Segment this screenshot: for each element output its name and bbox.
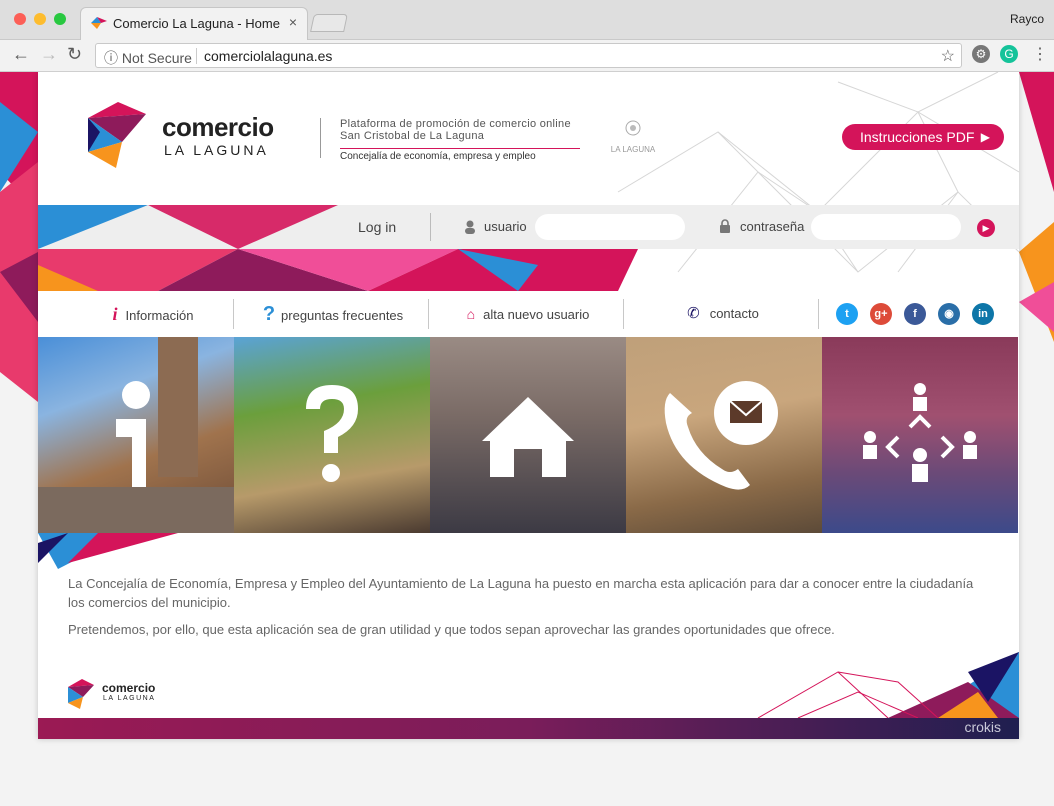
footer-logo-comercio: comercio [102, 681, 156, 695]
pdf-button-label: Instrucciones PDF [860, 129, 975, 145]
security-indicator[interactable]: ⓘ Not Secure [104, 48, 192, 68]
menu-label-signup: alta nuevo usuario [483, 307, 590, 322]
footer-bar: crokis [38, 718, 1019, 739]
tile-faq[interactable] [234, 337, 430, 533]
main-menu: i Información ? preguntas frecuentes ⌂ alta… [38, 291, 1019, 337]
instagram-icon[interactable]: ◉ [938, 303, 960, 325]
google-plus-icon[interactable]: g+ [870, 303, 892, 325]
linkedin-icon[interactable]: in [972, 303, 994, 325]
url-text[interactable]: comerciolalaguna.es [204, 48, 332, 64]
footer-logo-mark-icon [68, 679, 94, 709]
logo-mark-icon [88, 102, 146, 168]
header-tagline: Plataforma de promoción de comercio onli… [340, 118, 580, 162]
footer-logo[interactable]: comercio LA LAGUNA [68, 677, 168, 711]
question-mark-icon: ? [262, 303, 276, 325]
intro-paragraph: Pretendemos, por ello, que esta aplicaci… [68, 622, 835, 637]
house-icon [482, 397, 574, 477]
menu-divider [818, 299, 819, 329]
seal-emblem-icon [625, 120, 641, 136]
grammarly-icon[interactable]: G [1000, 45, 1018, 63]
browser-menu-icon[interactable]: ⋮ [1032, 44, 1048, 64]
tile-informacion[interactable] [38, 337, 234, 533]
login-band-art [38, 205, 638, 291]
phone-mail-icon [664, 381, 778, 490]
laguna-seal: LA LAGUNA [610, 120, 656, 160]
menu-divider [623, 299, 624, 329]
question-icon [306, 385, 358, 482]
info-i-icon: i [112, 304, 118, 324]
tiles-corner-art [38, 533, 178, 569]
footer-art [757, 652, 1019, 718]
menu-divider [428, 299, 429, 329]
header-divider [320, 118, 321, 158]
reload-icon[interactable]: ↻ [67, 44, 82, 65]
back-icon[interactable]: ← [12, 44, 30, 65]
logo-word-comercio: comercio [162, 112, 274, 142]
tagline-city: San Cristobal de La Laguna [340, 130, 485, 142]
forward-icon[interactable]: → [40, 44, 58, 65]
intro-paragraph: La Concejalía de Economía, Empresa y Emp… [68, 576, 974, 610]
lock-icon [720, 219, 730, 233]
new-tab-button[interactable] [310, 14, 348, 32]
menu-item-informacion[interactable]: i Información [78, 291, 228, 337]
twitter-icon[interactable]: t [836, 303, 858, 325]
logo-word-laguna: LA LAGUNA [164, 142, 269, 158]
menu-item-contact[interactable]: ✆ contacto [633, 291, 813, 337]
site-container: comercio LA LAGUNA Plataforma de promoci… [38, 72, 1019, 739]
password-label: contraseña [740, 219, 805, 234]
tile-network[interactable] [822, 337, 1018, 533]
intro-content: La Concejalía de Economía, Empresa y Emp… [68, 574, 988, 647]
menu-divider [233, 299, 234, 329]
info-icon: ⓘ [104, 50, 118, 66]
menu-item-faq[interactable]: ? preguntas frecuentes [243, 291, 423, 337]
seal-text: LA LAGUNA [610, 145, 656, 154]
browser-titlebar: Comercio La Laguna - Home × Rayco [0, 0, 1054, 40]
feature-tiles [38, 337, 1019, 533]
menu-label-contact: contacto [709, 306, 759, 321]
maximize-window-button[interactable] [54, 13, 66, 25]
play-arrow-icon: ▶ [980, 130, 990, 144]
footer-credit[interactable]: crokis [964, 719, 1001, 735]
close-window-button[interactable] [14, 13, 26, 25]
security-label: Not Secure [121, 50, 192, 66]
tab-close-icon[interactable]: × [289, 14, 297, 30]
menu-item-signup[interactable]: ⌂ alta nuevo usuario [438, 291, 618, 337]
facebook-icon[interactable]: f [904, 303, 926, 325]
phone-icon: ✆ [687, 305, 700, 322]
information-icon [38, 337, 234, 533]
tagline-platform: Plataforma de promoción de comercio onli… [340, 118, 571, 130]
login-submit-button[interactable]: ▶ [977, 219, 995, 237]
profile-name[interactable]: Rayco [1010, 12, 1044, 26]
tile-contact[interactable] [626, 337, 822, 533]
bookmark-star-icon[interactable]: ☆ [941, 46, 955, 66]
tagline-department: Concejalía de economía, empresa y empleo [340, 148, 580, 162]
tab-title: Comercio La Laguna - Home [113, 16, 280, 31]
minimize-window-button[interactable] [34, 13, 46, 25]
site-favicon-icon [91, 17, 107, 29]
browser-tab[interactable]: Comercio La Laguna - Home × [80, 7, 308, 40]
browser-toolbar: ← → ↻ ⓘ Not Secure comerciolalaguna.es ☆… [0, 40, 1054, 72]
menu-label-informacion: Información [125, 308, 194, 323]
address-divider [196, 48, 197, 64]
instructions-pdf-button[interactable]: Instrucciones PDF ▶ [842, 124, 1004, 150]
site-logo[interactable]: comercio LA LAGUNA [88, 102, 288, 172]
footer-logo-laguna: LA LAGUNA [103, 695, 156, 702]
tile-signup[interactable] [430, 337, 626, 533]
home-icon: ⌂ [466, 306, 476, 322]
header-line-art [617, 72, 1019, 273]
page-viewport: comercio LA LAGUNA Plataforma de promoci… [0, 72, 1054, 806]
menu-label-faq: preguntas frecuentes [281, 308, 404, 323]
extension-gear-icon[interactable]: ⚙ [972, 45, 990, 63]
address-bar[interactable]: ⓘ Not Secure comerciolalaguna.es ☆ [95, 43, 962, 68]
network-people-icon [863, 383, 977, 482]
password-input[interactable] [811, 214, 961, 240]
